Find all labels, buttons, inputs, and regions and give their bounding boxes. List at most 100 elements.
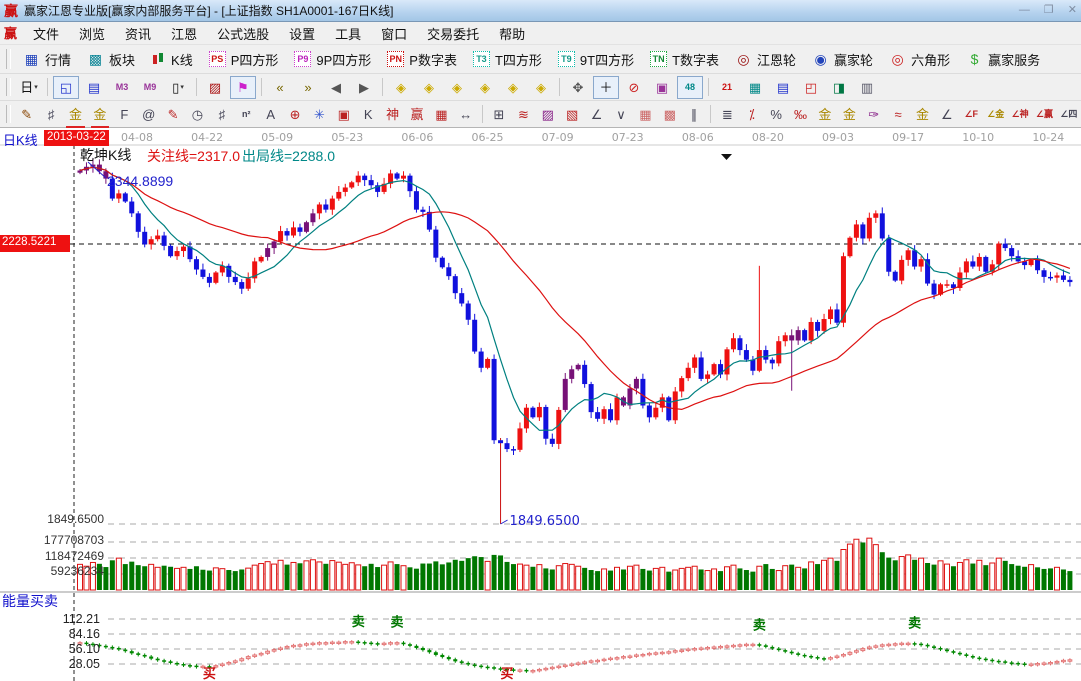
- tool-wave-red-button[interactable]: ≈: [887, 103, 909, 126]
- tool-angle-gold-button[interactable]: ∠金: [984, 103, 1006, 126]
- tool-next-bar-button[interactable]: ▶: [351, 76, 377, 99]
- tool-prev-bar-button[interactable]: ◀: [323, 76, 349, 99]
- tool-info-panel-button[interactable]: ▤: [81, 76, 107, 99]
- tool-box-fan-button[interactable]: ▨: [537, 103, 559, 126]
- tool-n-square-button[interactable]: n²: [235, 103, 257, 126]
- tool-zoom-in-h-button[interactable]: ◈: [444, 76, 470, 99]
- tool-red-grid-2-button[interactable]: ▩: [659, 103, 681, 126]
- tool-spiral-tool-button[interactable]: @: [138, 103, 160, 126]
- tool-circle-cross-button[interactable]: ⊕: [284, 103, 306, 126]
- menu-item-6[interactable]: 工具: [325, 22, 371, 45]
- menu-item-4[interactable]: 公式选股: [207, 22, 279, 45]
- tool-notes-button[interactable]: ▤: [770, 76, 796, 99]
- menu-item-2[interactable]: 资讯: [115, 22, 161, 45]
- tool-period-daily-button[interactable]: 日▾: [16, 76, 42, 99]
- tool-angle-ying-button[interactable]: ∠赢: [1033, 103, 1055, 126]
- menu-item-0[interactable]: 文件: [23, 22, 69, 45]
- tool-print-button[interactable]: ▥: [854, 76, 880, 99]
- minimize-icon[interactable]: —: [1019, 5, 1030, 16]
- tool-v-line-button[interactable]: ∨: [610, 103, 632, 126]
- tool-star-web-button[interactable]: ✳: [308, 103, 330, 126]
- tool-gann-tool-button[interactable]: ▨: [202, 76, 228, 99]
- tool-brush-tool-button[interactable]: ✎: [162, 103, 184, 126]
- tool-minor-9-button[interactable]: M9: [137, 76, 163, 99]
- tool-fan-lines-button[interactable]: ≋: [512, 103, 534, 126]
- tool-tick-ruler-button[interactable]: ♯: [211, 103, 233, 126]
- tool-gold-lines-button[interactable]: 金: [838, 103, 860, 126]
- tb-9p-square-button[interactable]: P99P四方形: [286, 47, 379, 71]
- tool-zoom-out-h-button[interactable]: ◈: [472, 76, 498, 99]
- tb-quotes-button[interactable]: ▦行情: [15, 47, 79, 71]
- tool-red-grid-1-button[interactable]: ▦: [634, 103, 656, 126]
- tb-t-number-button[interactable]: TNT数字表: [642, 47, 727, 71]
- tool-angle-shen-button[interactable]: ∠神: [1009, 103, 1031, 126]
- tool-zoom-cancel-button[interactable]: ⊘: [621, 76, 647, 99]
- tb-winner-service-button[interactable]: $赢家服务: [958, 47, 1048, 71]
- tool-grid-ruler-button[interactable]: ♯: [40, 103, 62, 126]
- tool-first-bar-button[interactable]: «: [267, 76, 293, 99]
- tool-calendar-button[interactable]: 21: [714, 76, 740, 99]
- tb-kline-button[interactable]: K线: [143, 47, 201, 71]
- tool-span-arrow-button[interactable]: ↔: [455, 103, 477, 126]
- tb-sectors-button[interactable]: ▩板块: [79, 47, 143, 71]
- tool-ying-grid-button[interactable]: 赢: [406, 103, 428, 126]
- menu-item-1[interactable]: 浏览: [69, 22, 115, 45]
- tool-f-ruler-button[interactable]: F: [113, 103, 135, 126]
- tool-gold-gate-1-button[interactable]: 金: [64, 103, 86, 126]
- tool-calculator-button[interactable]: ▦: [742, 76, 768, 99]
- menu-item-5[interactable]: 设置: [279, 22, 325, 45]
- tool-expand-v-button[interactable]: ◈: [500, 76, 526, 99]
- tb-gann-wheel-button[interactable]: ◎江恩轮: [727, 47, 804, 71]
- menu-item-8[interactable]: 交易委托: [417, 22, 489, 45]
- tool-dynamic-view-button[interactable]: ◱: [53, 76, 79, 99]
- restore-icon[interactable]: ❐: [1044, 5, 1054, 16]
- tool-pct-line-button[interactable]: ⁒: [741, 103, 763, 126]
- tool-box-lines-button[interactable]: ▧: [561, 103, 583, 126]
- menu-item-7[interactable]: 窗口: [371, 22, 417, 45]
- menu-item-9[interactable]: 帮助: [489, 22, 535, 45]
- tool-gann-48-button[interactable]: 48: [677, 76, 703, 99]
- tool-angle-four-button[interactable]: ∠四: [1058, 103, 1080, 126]
- tool-shen-grid-button[interactable]: 神: [381, 103, 403, 126]
- tool-expand-all-button[interactable]: ◈: [528, 76, 554, 99]
- tool-candle-style-button[interactable]: ▯▾: [165, 76, 191, 99]
- tool-k-wave-button[interactable]: K: [357, 103, 379, 126]
- tool-a-line-button[interactable]: A: [259, 103, 281, 126]
- tool-angle-j-button[interactable]: ∠: [936, 103, 958, 126]
- tb-p-square-button[interactable]: PSP四方形: [201, 47, 287, 71]
- menu-item-3[interactable]: 江恩: [161, 22, 207, 45]
- tool-stats-tool-button[interactable]: ▣: [649, 76, 675, 99]
- tool-gold-line-red-button[interactable]: 金: [911, 103, 933, 126]
- tool-minor-3-button[interactable]: M3: [109, 76, 135, 99]
- tool-gold-gate-2-button[interactable]: 金: [89, 103, 111, 126]
- tool-last-bar-button[interactable]: »: [295, 76, 321, 99]
- tool-parallel-lines-button[interactable]: ∥: [683, 103, 705, 126]
- chart-region[interactable]: 04-0804-2205-0905-2306-0606-2507-0907-23…: [0, 128, 1081, 681]
- tool-pen-tool-button[interactable]: ✎: [16, 103, 38, 126]
- tool-box-web-button[interactable]: ▣: [333, 103, 355, 126]
- tb-t-square-button[interactable]: T3T四方形: [465, 47, 550, 71]
- tool-pen-2-button[interactable]: ✑: [863, 103, 885, 126]
- close-icon[interactable]: ✕: [1068, 5, 1077, 16]
- tool-percent-button[interactable]: %: [765, 103, 787, 126]
- tool-grid-123-button[interactable]: ▦: [430, 103, 452, 126]
- tool-pan-tool-button[interactable]: ✥: [565, 76, 591, 99]
- tool-scroll-left-button[interactable]: ◈: [388, 76, 414, 99]
- tool-time-cycle-button[interactable]: ◷: [186, 103, 208, 126]
- tool-flag-marker-button[interactable]: ⚑: [230, 76, 256, 99]
- tb-p-number-button[interactable]: PNP数字表: [379, 47, 465, 71]
- tool-gann-box-button[interactable]: ⊞: [488, 103, 510, 126]
- tool-angle-f-button[interactable]: ∠F: [960, 103, 982, 126]
- main-chart-svg[interactable]: 04-0804-2205-0905-2306-0606-2507-0907-23…: [0, 128, 1081, 681]
- tool-price-scale-button[interactable]: ≣: [716, 103, 738, 126]
- tool-save-button[interactable]: ◰: [798, 76, 824, 99]
- tb-hexagon-button[interactable]: ◎六角形: [881, 47, 958, 71]
- tool-crosshair-button[interactable]: ＋: [593, 76, 619, 99]
- tool-angle-line-button[interactable]: ∠: [585, 103, 607, 126]
- tool-scroll-right-button[interactable]: ◈: [416, 76, 442, 99]
- tool-permille-button[interactable]: ‰: [789, 103, 811, 126]
- tb-9t-square-button[interactable]: T99T四方形: [550, 47, 642, 71]
- tb-winner-wheel-button[interactable]: ◉赢家轮: [804, 47, 881, 71]
- tool-gold-circle-button[interactable]: 金: [814, 103, 836, 126]
- tool-remote-service-button[interactable]: ◨: [826, 76, 852, 99]
